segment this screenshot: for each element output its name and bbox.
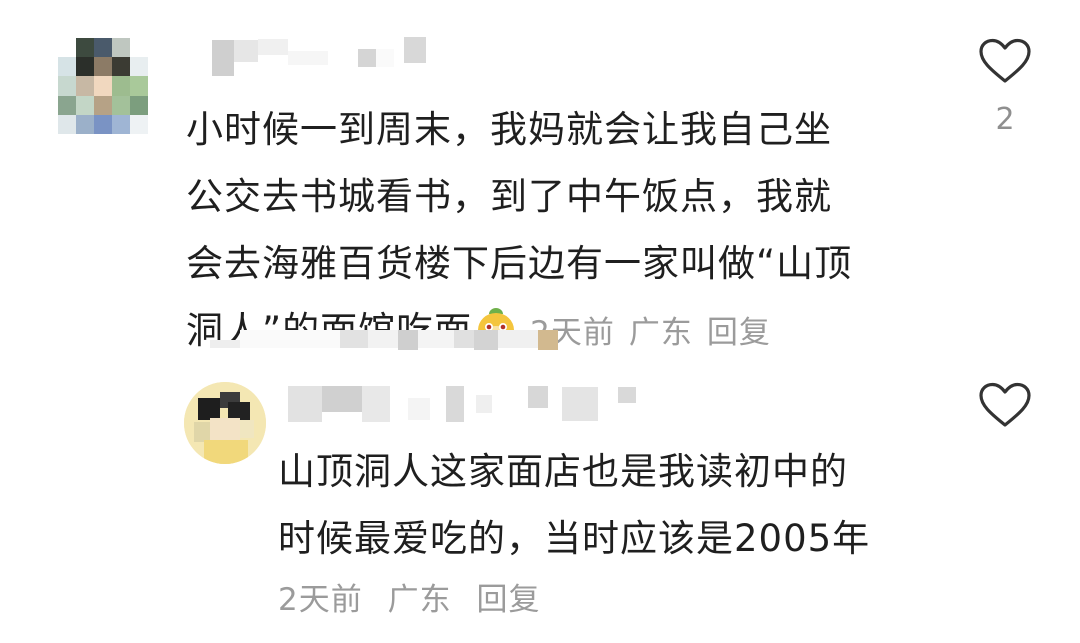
reply-meta: 2天前 广东 回复	[278, 574, 554, 619]
comment-line: 公交去书城看书，到了中午饭点，我就	[186, 175, 832, 218]
blurred-content	[210, 330, 558, 350]
heart-outline-icon[interactable]	[975, 382, 1035, 432]
reply-button[interactable]: 回复	[707, 315, 771, 351]
like-count: 2	[995, 102, 1015, 137]
like-button[interactable]: 2	[975, 38, 1035, 137]
reply-location: 广东	[387, 582, 452, 618]
reply-time: 2天前	[278, 582, 363, 618]
comment-text: 小时候一到周末，我妈就会让我自己坐 公交去书城看书，到了中午饭点，我就 会去海雅…	[186, 96, 926, 367]
heart-outline-icon[interactable]	[975, 38, 1035, 88]
reply-button[interactable]: 回复	[476, 582, 540, 618]
avatar[interactable]	[184, 382, 266, 464]
username-blurred[interactable]	[212, 37, 426, 76]
username-blurred[interactable]	[288, 386, 636, 422]
reply-line: 时候最爱吃的，当时应该是2005年	[278, 517, 871, 560]
comment-location: 广东	[628, 315, 693, 351]
comment-meta: 2天前 广东 回复	[530, 315, 785, 351]
avatar[interactable]	[58, 38, 148, 134]
reply-line: 山顶洞人这家面店也是我读初中的	[278, 450, 848, 493]
reply-text: 山顶洞人这家面店也是我读初中的 时候最爱吃的，当时应该是2005年	[278, 438, 938, 572]
comment-line: 小时候一到周末，我妈就会让我自己坐	[186, 108, 832, 151]
like-button[interactable]	[975, 382, 1035, 432]
comment-item: 小时候一到周末，我妈就会让我自己坐 公交去书城看书，到了中午饭点，我就 会去海雅…	[0, 0, 1080, 360]
comment-line: 会去海雅百货楼下后边有一家叫做“山顶	[186, 242, 853, 285]
